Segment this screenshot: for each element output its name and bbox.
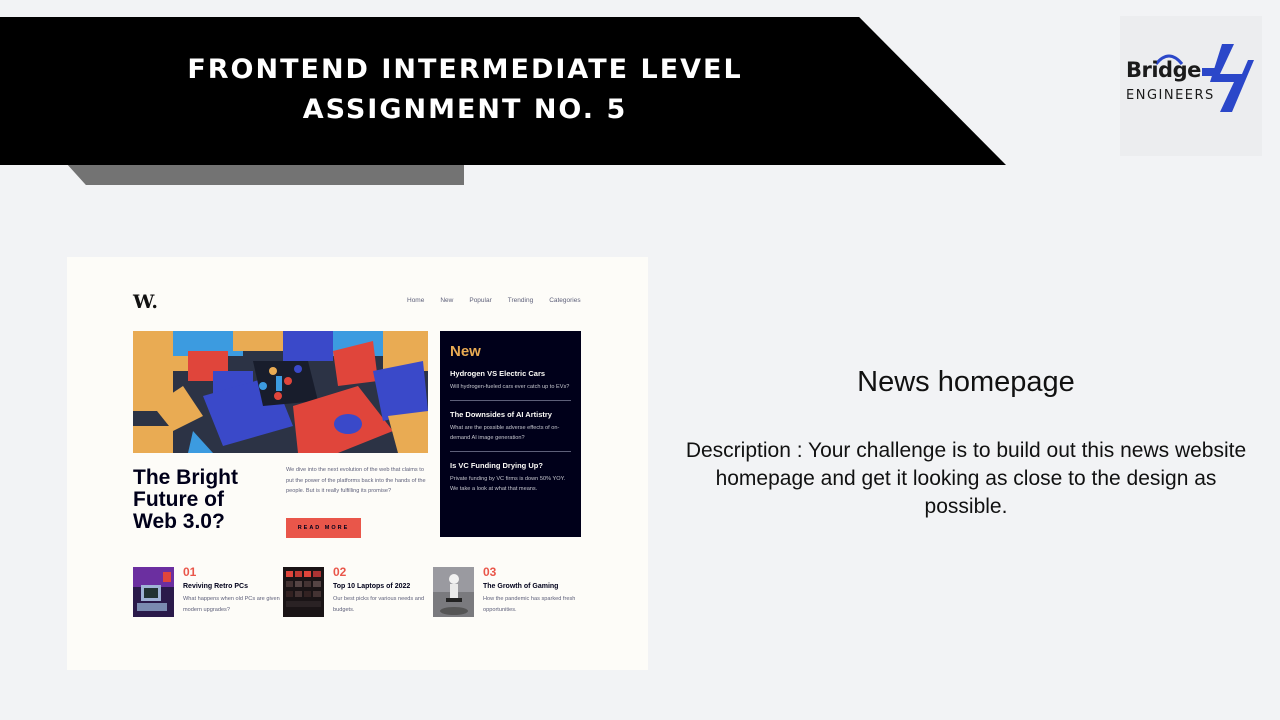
new-section-title: New xyxy=(450,343,481,360)
new-item-title[interactable]: Hydrogen VS Electric Cars xyxy=(450,369,571,378)
article-desc: What happens when old PCs are given mode… xyxy=(183,596,280,613)
new-item-title[interactable]: Is VC Funding Drying Up? xyxy=(450,461,571,470)
new-item[interactable]: Is VC Funding Drying Up? Private funding… xyxy=(450,461,571,502)
nav-item-new[interactable]: New xyxy=(440,297,453,304)
new-item[interactable]: The Downsides of AI Artistry What are th… xyxy=(450,410,571,452)
article-number: 03 xyxy=(483,565,497,579)
bridge-engineers-logo: Bridge ENGINEERS xyxy=(1120,16,1262,156)
hero-description: We dive into the next evolution of the w… xyxy=(286,467,426,494)
banner-title: FRONTEND INTERMEDIATE LEVEL ASSIGNMENT N… xyxy=(130,50,800,130)
site-nav: Home New Popular Trending Categories xyxy=(407,297,581,304)
article-list: 01 Reviving Retro PCs What happens when … xyxy=(133,565,583,617)
hero-image xyxy=(133,331,428,453)
logo-brand-text: Bridge xyxy=(1126,58,1201,82)
nav-item-categories[interactable]: Categories xyxy=(549,297,580,304)
new-item-desc: Private funding by VC firms is down 50% … xyxy=(450,476,566,492)
article-card[interactable]: 02 Top 10 Laptops of 2022 Our best picks… xyxy=(283,565,433,617)
laptop-keyboard-thumbnail xyxy=(283,567,324,617)
assignment-title: News homepage xyxy=(857,366,1075,398)
article-card[interactable]: 01 Reviving Retro PCs What happens when … xyxy=(133,565,283,617)
new-section: New Hydrogen VS Electric Cars Will hydro… xyxy=(440,331,581,537)
nav-item-trending[interactable]: Trending xyxy=(508,297,533,304)
logo-mark-icon xyxy=(1202,44,1254,112)
new-item-title[interactable]: The Downsides of AI Artistry xyxy=(450,410,571,419)
banner-title-line1: FRONTEND INTERMEDIATE LEVEL xyxy=(187,54,743,85)
gaming-figure-thumbnail xyxy=(433,567,474,617)
banner-title-line2: ASSIGNMENT NO. 5 xyxy=(302,94,628,125)
article-title[interactable]: Reviving Retro PCs xyxy=(183,583,283,590)
new-item-desc: Will hydrogen-fueled cars ever catch up … xyxy=(450,384,570,390)
article-title[interactable]: Top 10 Laptops of 2022 xyxy=(333,583,433,590)
article-card[interactable]: 03 The Growth of Gaming How the pandemic… xyxy=(433,565,583,617)
banner-shadow xyxy=(66,163,464,185)
hero-headline: The Bright Future of Web 3.0? xyxy=(133,466,238,533)
design-preview: W. Home New Popular Trending Categories xyxy=(67,257,648,670)
article-number: 01 xyxy=(183,565,197,579)
article-desc: How the pandemic has sparked fresh oppor… xyxy=(483,596,576,613)
assignment-description: Description : Your challenge is to build… xyxy=(685,439,1247,518)
article-title[interactable]: The Growth of Gaming xyxy=(483,583,583,590)
site-logo[interactable]: W. xyxy=(133,291,158,313)
article-desc: Our best picks for various needs and bud… xyxy=(333,596,425,613)
article-number: 02 xyxy=(333,565,347,579)
read-more-button[interactable]: READ MORE xyxy=(286,518,361,538)
nav-item-popular[interactable]: Popular xyxy=(469,297,491,304)
retro-pc-thumbnail xyxy=(133,567,174,617)
new-item-desc: What are the possible adverse effects of… xyxy=(450,425,560,441)
nav-item-home[interactable]: Home xyxy=(407,297,424,304)
new-item[interactable]: Hydrogen VS Electric Cars Will hydrogen-… xyxy=(450,369,571,401)
